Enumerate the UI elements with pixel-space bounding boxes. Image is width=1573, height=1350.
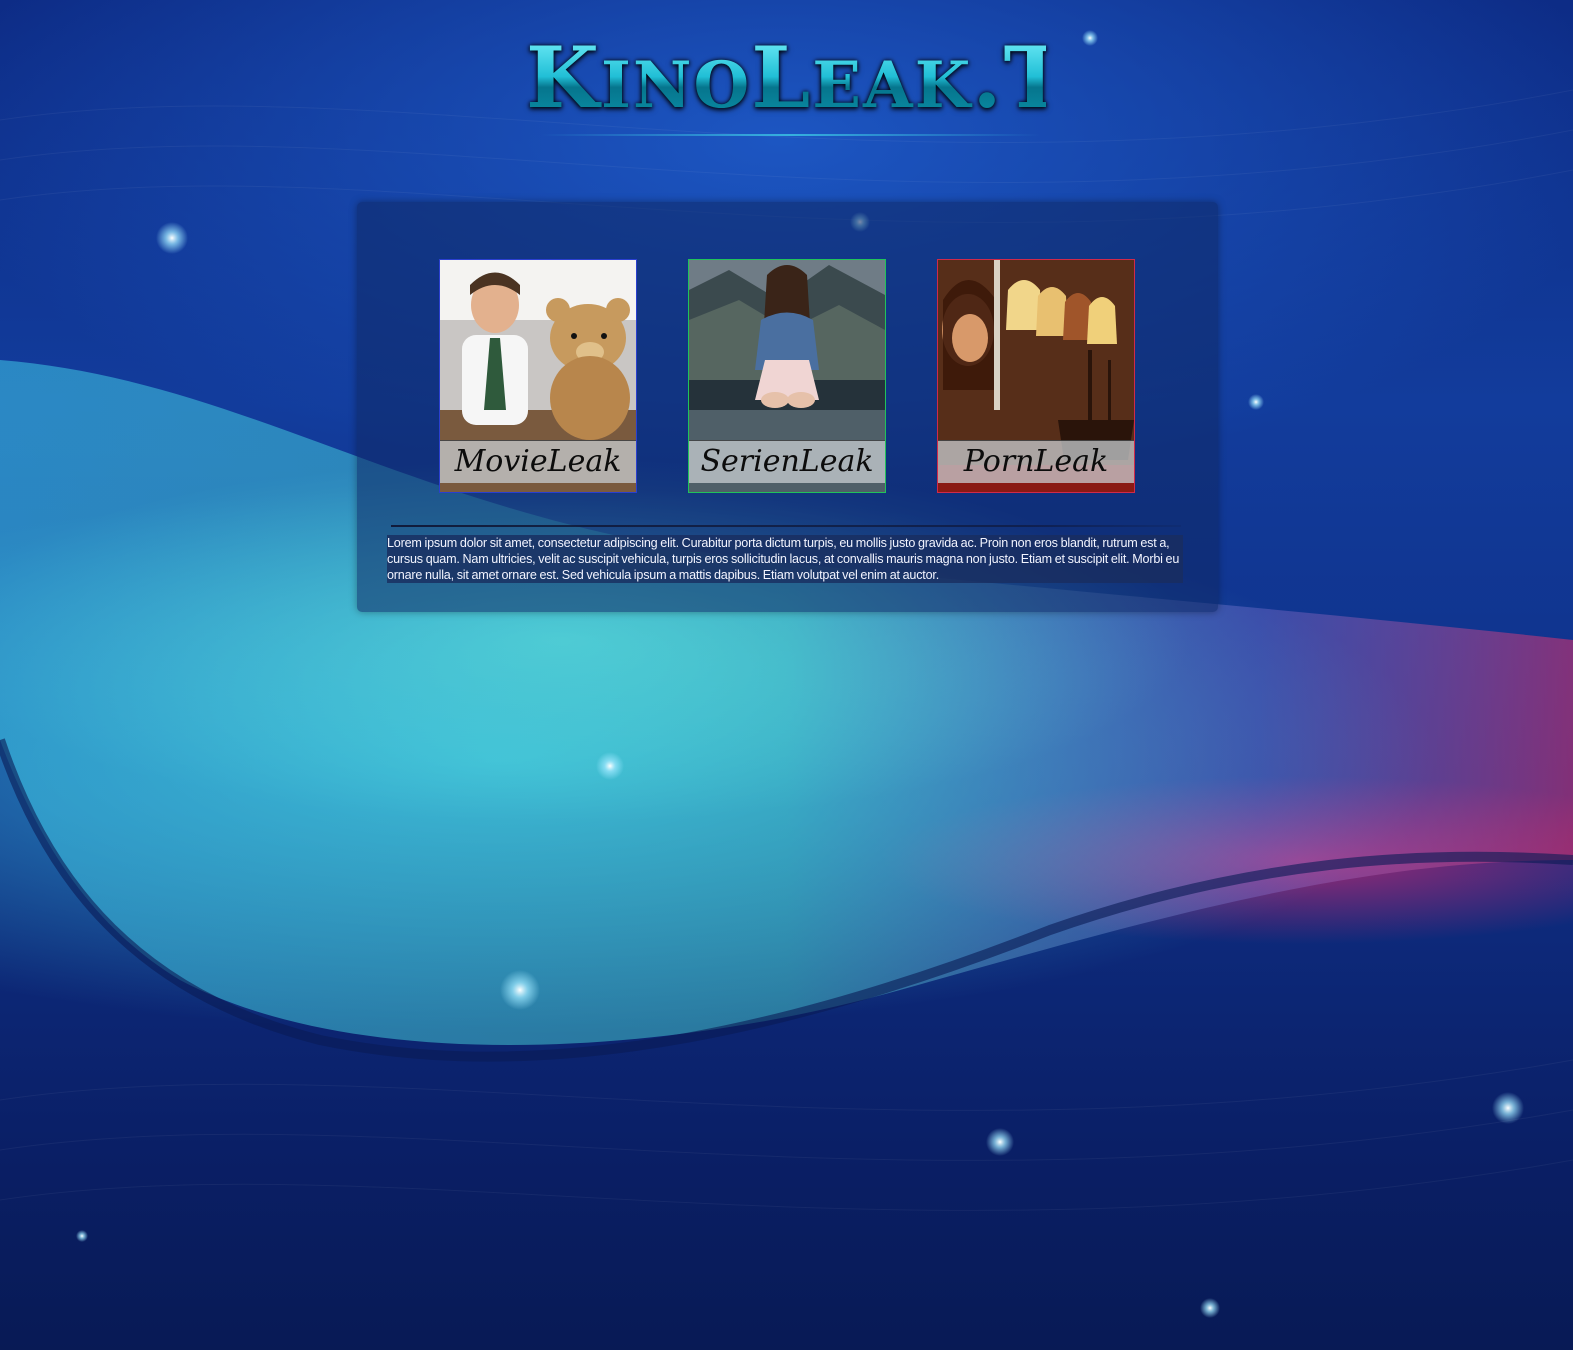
logo-underline (540, 134, 1040, 136)
logo-letters-ino: INO (601, 48, 752, 123)
site-logo[interactable]: KINOLEAK.TV (526, 28, 1046, 136)
pornleak-tile[interactable]: PornLeak (937, 259, 1135, 493)
serienleak-label[interactable]: SerienLeak (689, 440, 885, 483)
logo-letter-t: T (1003, 28, 1069, 127)
movieleak-label[interactable]: MovieLeak (440, 440, 636, 483)
logo-dot: . (972, 28, 1004, 127)
content-panel: MovieLeak SerienLeak PornLeak Lorem ipsu… (357, 202, 1218, 612)
intro-paragraph: Lorem ipsum dolor sit amet, consectetur … (387, 535, 1183, 583)
movieleak-tile[interactable]: MovieLeak (439, 259, 637, 493)
logo-letter-l: L (751, 28, 813, 127)
serienleak-tile[interactable]: SerienLeak (688, 259, 886, 493)
logo-letters-eak: EAK (812, 48, 973, 123)
content-divider (391, 525, 1181, 527)
logo-letter-v: V (1068, 48, 1120, 123)
pornleak-label[interactable]: PornLeak (938, 440, 1134, 483)
logo-letter-k: K (526, 28, 602, 127)
